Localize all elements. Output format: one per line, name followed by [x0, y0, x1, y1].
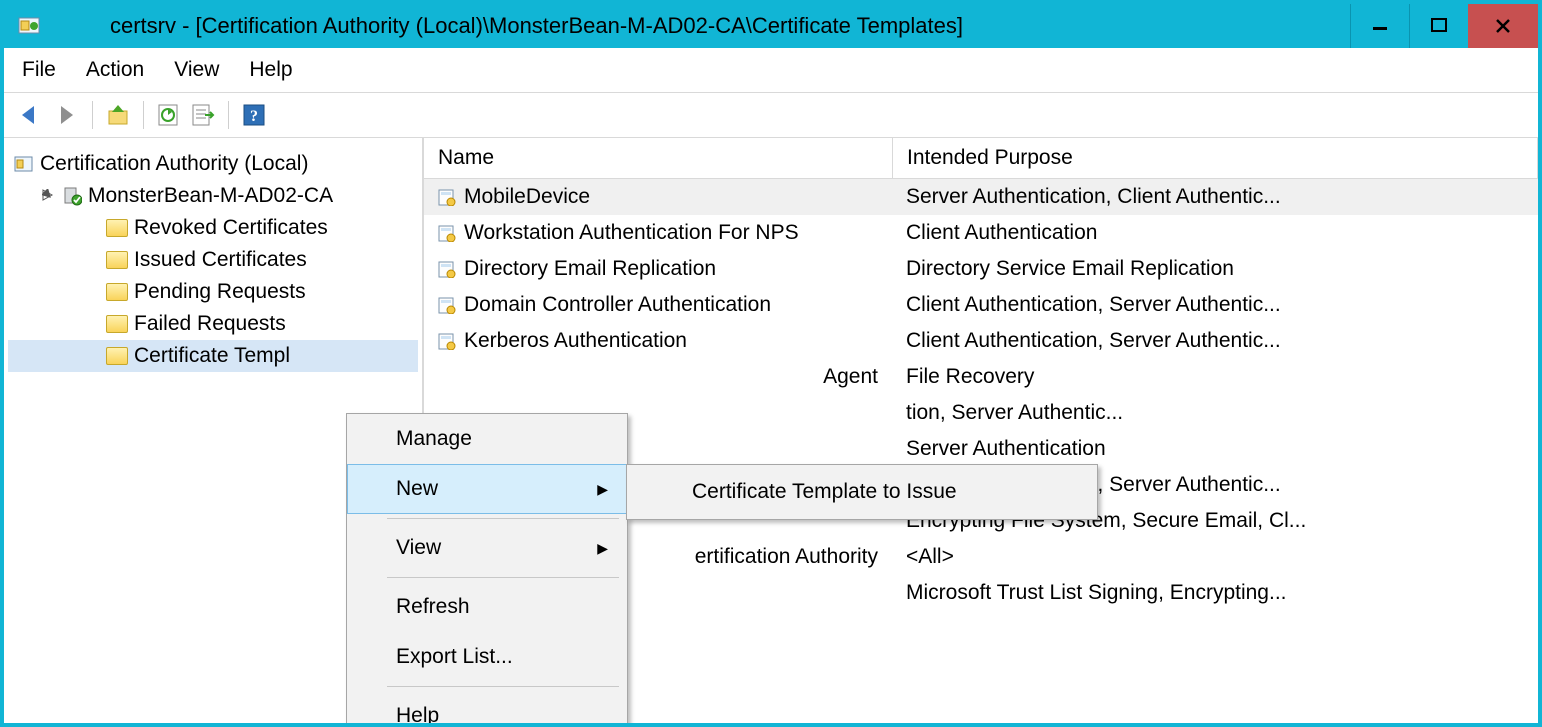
refresh-button[interactable]	[154, 100, 184, 130]
cell-purpose: Server Authentication	[892, 431, 1538, 467]
context-menu-item-export-list-[interactable]: Export List...	[347, 632, 627, 682]
cert-template-icon	[438, 224, 456, 242]
context-menu-item-new[interactable]: New▶	[347, 464, 627, 514]
ca-root-icon	[14, 154, 34, 174]
cell-purpose: tion, Server Authentic...	[892, 395, 1538, 431]
list-header: Name Intended Purpose	[424, 138, 1538, 179]
cell-name: Kerberos Authentication	[424, 323, 892, 359]
tree-pending[interactable]: Pending Requests	[8, 276, 418, 308]
menu-view[interactable]: View	[174, 58, 219, 82]
collapse-icon[interactable]	[42, 189, 56, 203]
cell-name: Domain Controller Authentication	[424, 287, 892, 323]
window: certsrv - [Certification Authority (Loca…	[0, 0, 1542, 727]
submenu-new: Certificate Template to Issue	[626, 464, 1098, 520]
submenu-arrow-icon: ▶	[597, 481, 608, 498]
submenu-arrow-icon: ▶	[597, 540, 608, 557]
folder-icon	[106, 283, 128, 301]
cell-purpose: Microsoft Trust List Signing, Encrypting…	[892, 575, 1538, 611]
context-menu-item-manage[interactable]: Manage	[347, 414, 627, 464]
cell-purpose: <All>	[892, 539, 1538, 575]
help-button[interactable]: ?	[239, 100, 269, 130]
folder-icon	[106, 219, 128, 237]
forward-button[interactable]	[50, 99, 82, 131]
cert-template-icon	[438, 260, 456, 278]
list-row[interactable]: MobileDeviceServer Authentication, Clien…	[424, 179, 1538, 215]
cert-template-icon	[438, 296, 456, 314]
cell-name: Directory Email Replication	[424, 251, 892, 287]
export-button[interactable]	[188, 100, 218, 130]
menubar: File Action View Help	[4, 48, 1538, 93]
ca-server-icon	[62, 186, 82, 206]
tree-ca[interactable]: MonsterBean-M-AD02-CA	[8, 180, 418, 212]
app-icon	[18, 15, 40, 37]
context-menu-item-refresh[interactable]: Refresh	[347, 582, 627, 632]
titlebar: certsrv - [Certification Authority (Loca…	[4, 4, 1538, 48]
menu-action[interactable]: Action	[86, 58, 144, 82]
tree-issued[interactable]: Issued Certificates	[8, 244, 418, 276]
folder-icon	[106, 315, 128, 333]
menu-help[interactable]: Help	[249, 58, 292, 82]
cell-purpose: Server Authentication, Client Authentic.…	[892, 179, 1538, 215]
main-content: Certification Authority (Local) MonsterB…	[4, 138, 1538, 719]
cell-purpose: Client Authentication	[892, 215, 1538, 251]
list-row[interactable]: Domain Controller AuthenticationClient A…	[424, 287, 1538, 323]
cell-name: Agent	[424, 359, 892, 395]
cell-purpose: Client Authentication, Server Authentic.…	[892, 287, 1538, 323]
tree-revoked[interactable]: Revoked Certificates	[8, 212, 418, 244]
cell-name: MobileDevice	[424, 179, 892, 215]
context-menu-item-help[interactable]: Help	[347, 691, 627, 727]
tree-ca-label: MonsterBean-M-AD02-CA	[88, 184, 333, 208]
cell-purpose: File Recovery	[892, 359, 1538, 395]
back-button[interactable]	[14, 99, 46, 131]
up-button[interactable]	[103, 100, 133, 130]
column-purpose[interactable]: Intended Purpose	[893, 138, 1538, 178]
cell-name: Workstation Authentication For NPS	[424, 215, 892, 251]
toolbar: ?	[4, 93, 1538, 138]
maximize-button[interactable]	[1409, 4, 1468, 48]
tree-templates[interactable]: Certificate Templ	[8, 340, 418, 372]
menu-file[interactable]: File	[22, 58, 56, 82]
window-controls	[1350, 4, 1538, 48]
folder-icon	[106, 347, 128, 365]
svg-text:?: ?	[250, 108, 258, 125]
cell-purpose: Directory Service Email Replication	[892, 251, 1538, 287]
list-row[interactable]: Kerberos AuthenticationClient Authentica…	[424, 323, 1538, 359]
context-menu-item-view[interactable]: View▶	[347, 523, 627, 573]
minimize-button[interactable]	[1350, 4, 1409, 48]
close-button[interactable]	[1468, 4, 1538, 48]
list-row[interactable]: Workstation Authentication For NPSClient…	[424, 215, 1538, 251]
cell-purpose: Client Authentication, Server Authentic.…	[892, 323, 1538, 359]
context-menu: ManageNew▶ View▶ RefreshExport List... Help	[346, 413, 628, 727]
folder-icon	[106, 251, 128, 269]
list-row[interactable]: Directory Email ReplicationDirectory Ser…	[424, 251, 1538, 287]
tree-failed[interactable]: Failed Requests	[8, 308, 418, 340]
column-name[interactable]: Name	[424, 138, 893, 178]
tree-root-label: Certification Authority (Local)	[40, 152, 308, 176]
submenu-item-cert-template-issue[interactable]: Certificate Template to Issue	[627, 465, 1097, 519]
cert-template-icon	[438, 332, 456, 350]
window-title: certsrv - [Certification Authority (Loca…	[50, 13, 1350, 39]
list-row[interactable]: AgentFile Recovery	[424, 359, 1538, 395]
tree-root[interactable]: Certification Authority (Local)	[8, 148, 418, 180]
cert-template-icon	[438, 188, 456, 206]
